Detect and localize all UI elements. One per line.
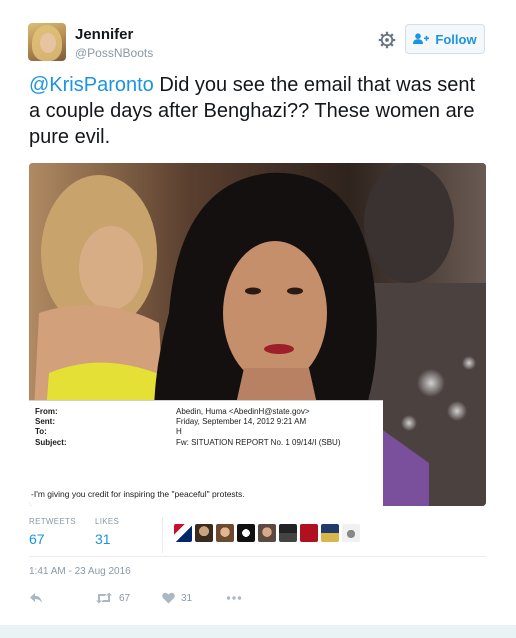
follow-button[interactable]: Follow [405,24,485,54]
retweet-action-count: 67 [119,592,131,604]
email-body: -I'm giving you credit for inspiring the… [31,489,245,499]
gear-icon[interactable] [378,31,396,49]
avatar[interactable] [28,23,66,61]
liker-avatar[interactable] [195,524,213,542]
email-sent-key: Sent: [35,417,55,426]
liker-avatar[interactable] [279,524,297,542]
follow-label: Follow [435,31,477,47]
avatar-face [40,33,56,53]
liker-avatars [174,524,360,546]
retweet-icon [96,592,112,604]
email-screenshot: From: Abedin, Huma <AbedinH@state.gov> S… [29,400,383,506]
tweet-timestamp[interactable]: 1:41 AM - 23 Aug 2016 [29,566,131,577]
email-to-key: To: [35,427,47,436]
liker-avatar[interactable] [321,524,339,542]
like-button[interactable]: 31 [162,590,192,606]
reply-icon [30,593,42,603]
email-subject-key: Subject: [35,438,67,447]
liker-avatar[interactable] [237,524,255,542]
stats-divider [162,517,163,553]
mention-link[interactable]: @KrisParonto [29,74,154,96]
heart-icon [162,592,175,604]
liker-avatar[interactable] [174,524,192,542]
page-bottom-strip [0,625,516,638]
likes-count[interactable]: 31 [95,531,111,547]
tweet-card: Jennifer @PossNBoots Follow @KrisParonto… [0,0,516,638]
like-action-count: 31 [181,592,193,604]
user-handle[interactable]: @PossNBoots [75,46,153,60]
retweets-count[interactable]: 67 [29,531,45,547]
liker-avatar[interactable] [342,524,360,542]
email-subject-value: Fw: SITUATION REPORT No. 1 09/14/I (SBU) [176,438,341,447]
email-from-key: From: [35,407,58,416]
retweet-button[interactable]: 67 [95,590,130,606]
liker-avatar[interactable] [300,524,318,542]
liker-avatar[interactable] [216,524,234,542]
stats-bottom-divider [29,556,486,557]
email-to-value: H [176,427,182,436]
retweets-label: RETWEETS [29,517,76,526]
tweet-text: @KrisParonto Did you see the email that … [29,72,489,150]
tweet-photo[interactable]: From: Abedin, Huma <AbedinH@state.gov> S… [29,163,486,506]
reply-button[interactable] [29,590,43,606]
more-button[interactable] [226,590,242,606]
email-from-value: Abedin, Huma <AbedinH@state.gov> [176,407,310,416]
user-name[interactable]: Jennifer [75,26,133,43]
email-sent-value: Friday, September 14, 2012 9:21 AM [176,417,307,426]
follow-person-icon [413,33,430,44]
more-icon [226,596,242,600]
likes-label: LIKES [95,517,120,526]
liker-avatar[interactable] [258,524,276,542]
